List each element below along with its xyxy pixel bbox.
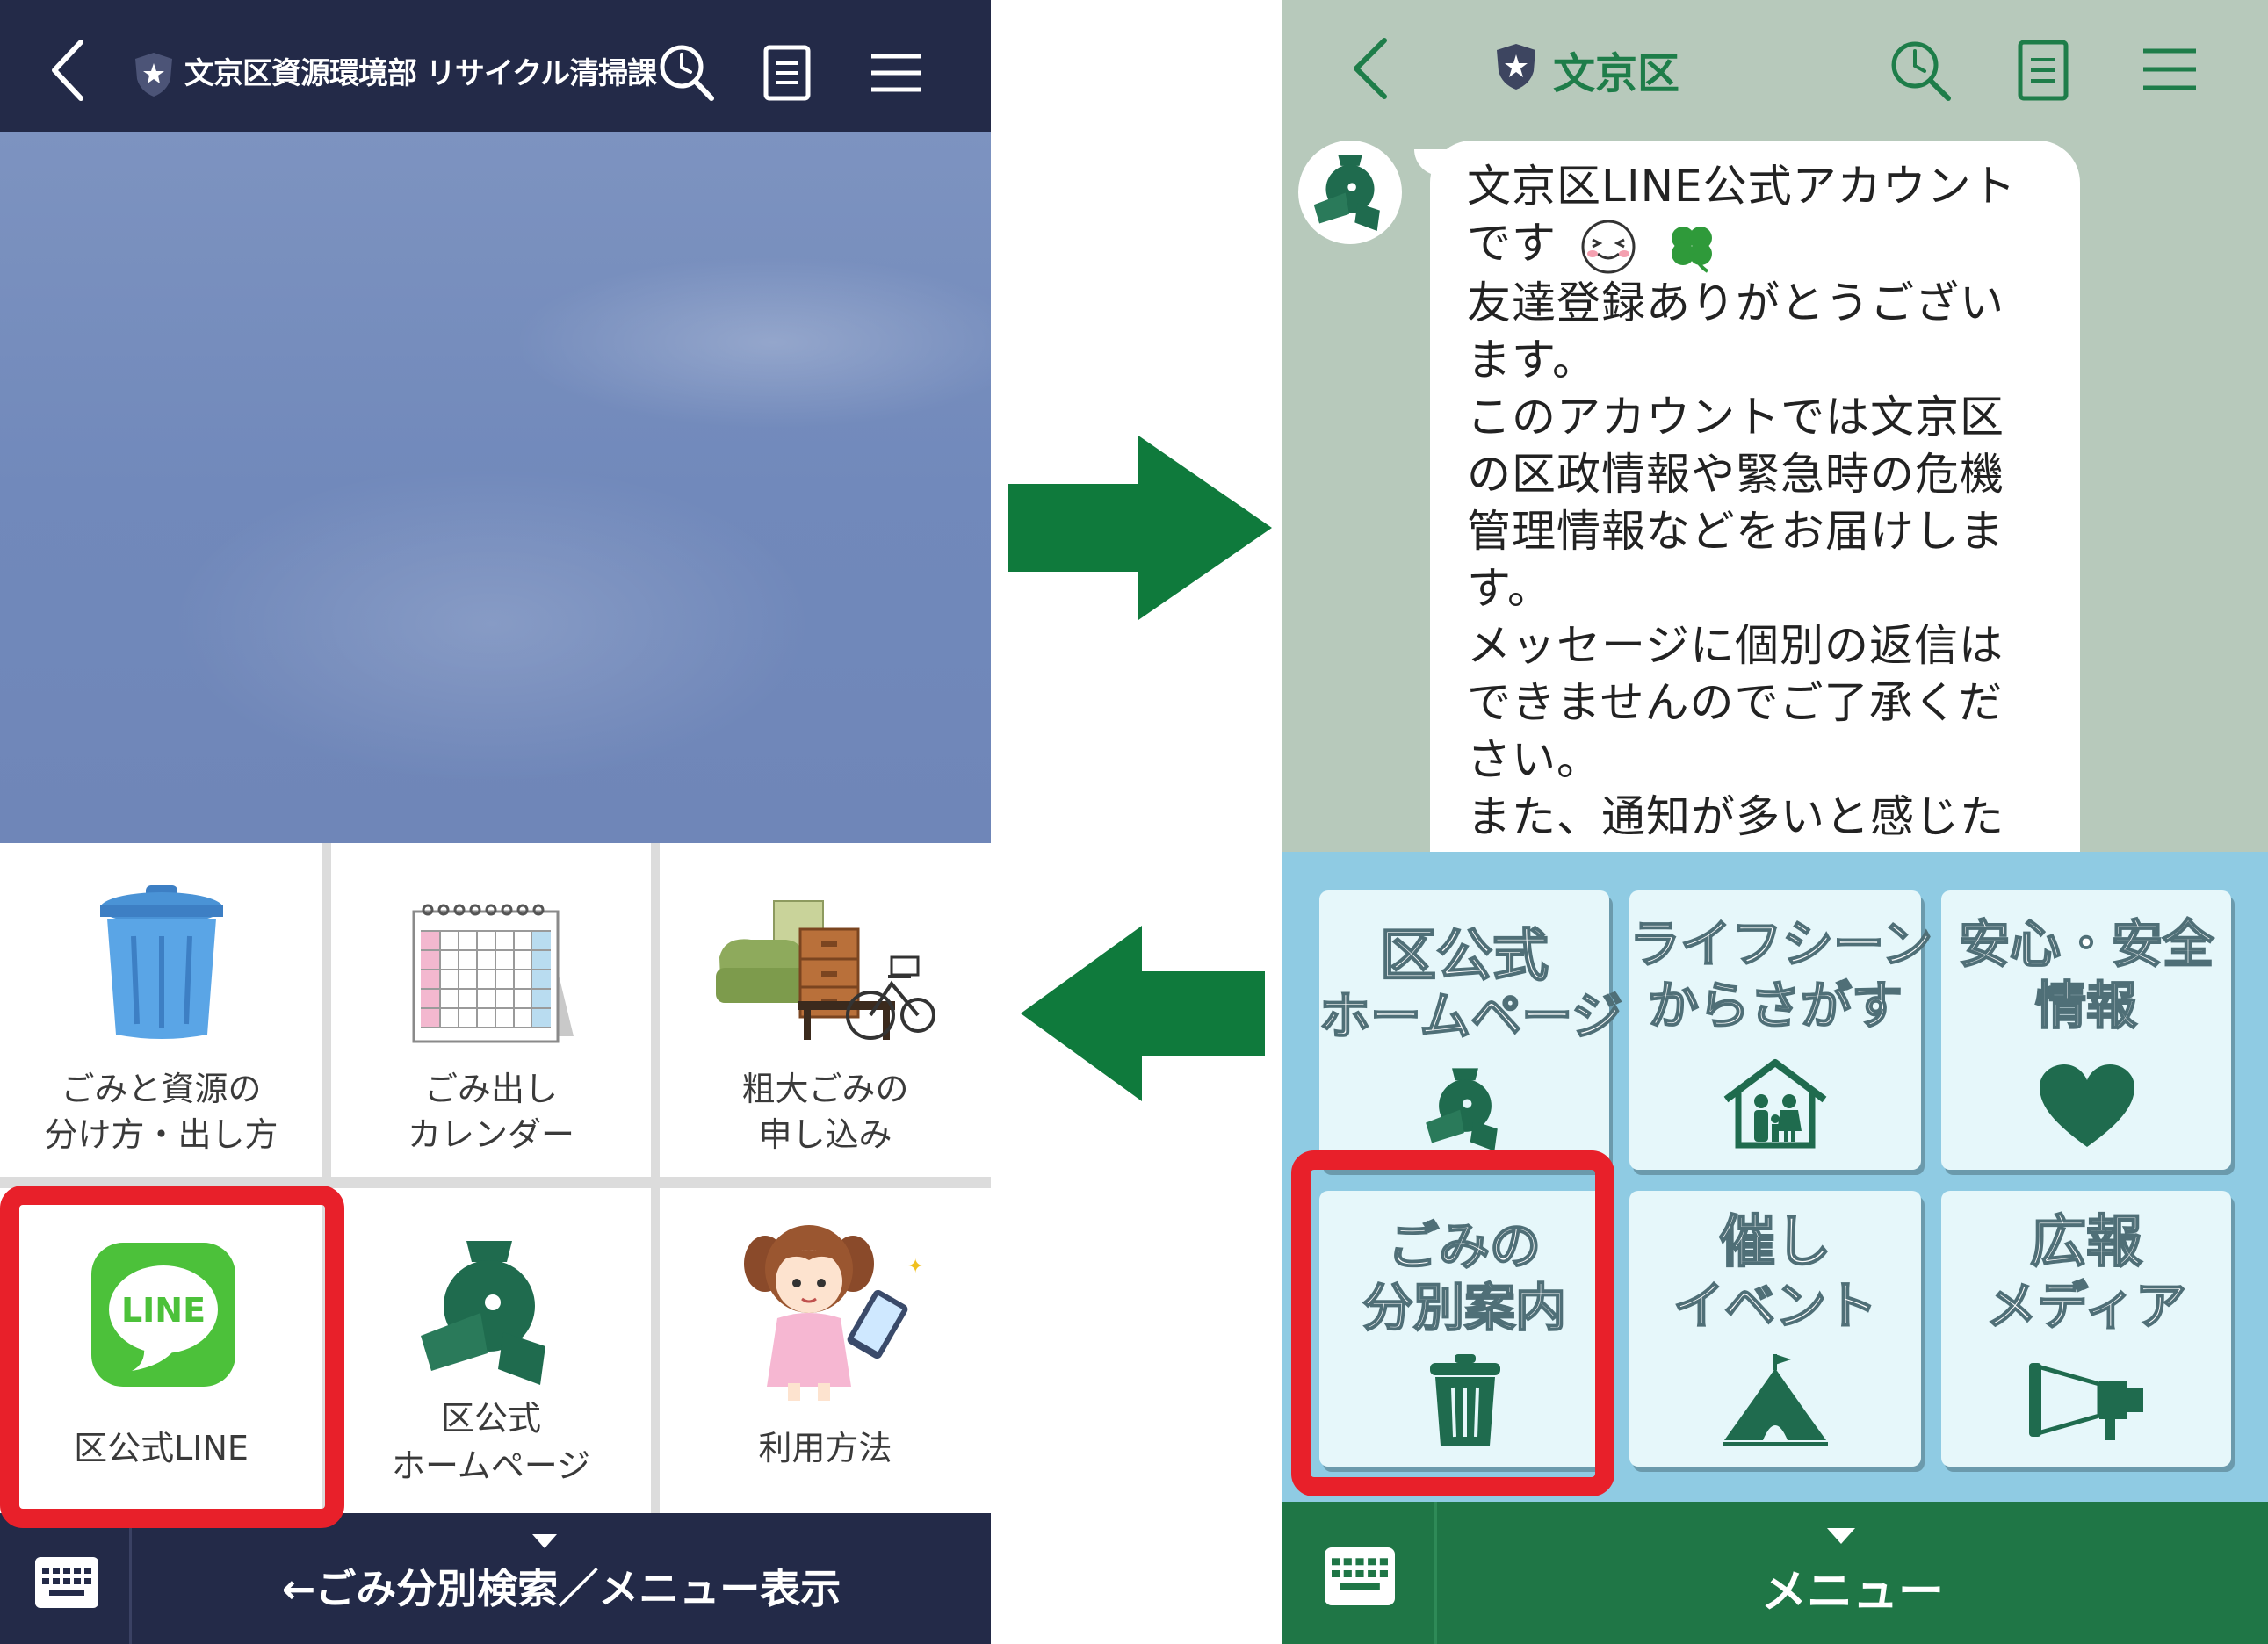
highlight-box-line [0, 1186, 344, 1528]
bunkyo-emblem-icon [1426, 1068, 1498, 1151]
heart-icon [2040, 1064, 2134, 1147]
menu-item-calendar-line2: カレンダー [407, 1115, 574, 1154]
message-line: す。 [1467, 562, 1552, 614]
menu-item-homepage[interactable]: 区公式 ホームページ [331, 1188, 651, 1513]
welcome-message: 文京区LINE公式アカウント です 友達登録ありがとうござい ます。 このアカウ… [1467, 158, 2064, 846]
search-clock-icon[interactable] [657, 42, 715, 104]
left-phone-screen: 文京区資源環境部 リサイクル清掃課 ごみと資源の 分け方・出し方 ごみ出し カレ… [0, 0, 991, 1644]
hamburger-menu-icon[interactable] [2142, 46, 2198, 93]
menu-item-bulky[interactable]: 粗大ごみの 申し込み [660, 843, 991, 1177]
right-header-bar: 文京区 [1282, 0, 2268, 136]
keyboard-icon [35, 1557, 98, 1608]
keyboard-icon [1325, 1547, 1395, 1605]
tile-events-line1: 催し [1718, 1209, 1832, 1276]
four-leaf-clover-icon [1671, 226, 1712, 273]
message-line: さい。 [1467, 733, 1601, 785]
menu-item-sort[interactable]: ごみと資源の 分け方・出し方 [0, 843, 322, 1177]
left-footer-bar: ←ごみ分別検索／メニュー表示 [0, 1513, 991, 1644]
back-chevron-icon[interactable] [42, 35, 95, 105]
right-keyboard-toggle[interactable] [1282, 1502, 1437, 1644]
message-line: の区政情報や緊急時の危機 [1467, 448, 2004, 500]
message-line: 文京区LINE公式アカウント [1467, 161, 2017, 212]
menu-item-bulky-line2: 申し込み [758, 1115, 892, 1154]
calendar-icon [412, 904, 574, 1043]
tile-lifescene-line2: からさがす [1647, 975, 1903, 1036]
search-clock-icon[interactable] [1889, 39, 1952, 102]
menu-item-calendar[interactable]: ごみ出し カレンダー [331, 843, 651, 1177]
left-keyboard-toggle[interactable] [0, 1513, 132, 1644]
menu-item-sort-line2: 分け方・出し方 [44, 1115, 278, 1154]
caret-down-icon [532, 1534, 557, 1548]
girl-with-tablet-icon: ✦ [744, 1225, 923, 1401]
bunkyo-emblem-icon [1313, 155, 1380, 231]
menu-item-bulky-line1: 粗大ごみの [741, 1070, 909, 1108]
shield-star-icon [135, 53, 172, 97]
tile-media-line1: 広報 [2029, 1209, 2143, 1276]
message-line: できませんのでご了承くだ [1467, 676, 2004, 728]
right-footer-label[interactable]: メニュー [1437, 1554, 2268, 1620]
tile-homepage-line1: 区公式 [1379, 923, 1549, 990]
bulky-furniture-icon [716, 900, 935, 1040]
highlight-box-garbage [1291, 1150, 1614, 1496]
message-line: メッセージに個別の返信は [1467, 619, 2004, 671]
tile-events[interactable]: 催し イベント [1629, 1191, 1921, 1467]
tile-lifescene[interactable]: ライフシーン からさがす [1629, 890, 1933, 1170]
message-line: このアカウントでは文京区 [1467, 391, 2004, 443]
right-account-title: 文京区 [1553, 49, 1680, 98]
chat-background-sky [0, 132, 991, 843]
message-line: また、通知が多いと感じた [1467, 790, 2004, 842]
tile-safety[interactable]: 安心・安全 情報 [1941, 890, 2231, 1170]
bunkyo-emblem-icon [421, 1241, 545, 1385]
message-line: 管理情報などをお届けしま [1467, 505, 2004, 557]
house-family-icon [1723, 1059, 1827, 1149]
menu-item-homepage-line1: 区公式 [440, 1399, 541, 1438]
trash-can-icon [100, 885, 223, 1039]
note-icon[interactable] [762, 44, 812, 102]
right-phone-screen: 文京区 文京区LINE公式アカウント です 友達登録ありがとうござい ます。 こ… [1282, 0, 2268, 1644]
back-chevron-icon[interactable] [1346, 35, 1395, 102]
hamburger-menu-icon[interactable] [870, 51, 922, 95]
shield-star-icon [1497, 44, 1535, 90]
tile-homepage-line2: ホームページ [1318, 985, 1623, 1047]
tile-safety-line2: 情報 [2034, 975, 2138, 1036]
left-account-title: 文京区資源環境部 リサイクル清掃課 [184, 56, 657, 91]
tile-lifescene-line1: ライフシーン [1629, 913, 1933, 975]
laughing-face-emoji-icon [1581, 220, 1636, 273]
svg-text:✦: ✦ [907, 1256, 923, 1278]
tile-safety-line1: 安心・安全 [1958, 913, 2214, 975]
menu-item-sort-line1: ごみと資源の [61, 1070, 262, 1108]
megaphone-icon [2029, 1363, 2143, 1440]
menu-item-howto[interactable]: ✦ 利用方法 [660, 1188, 991, 1513]
tile-events-line2: イベント [1672, 1275, 1878, 1337]
arrow-right-icon [1008, 436, 1272, 620]
tent-icon [1723, 1354, 1828, 1446]
arrow-left-icon [1021, 926, 1265, 1101]
menu-item-calendar-line1: ごみ出し [423, 1070, 558, 1108]
tile-media-line2: メディア [1985, 1275, 2187, 1337]
message-line: 友達登録ありがとうござい [1467, 277, 2004, 328]
message-line: ます。 [1467, 334, 1597, 386]
tile-media[interactable]: 広報 メディア [1941, 1191, 2231, 1467]
caret-down-icon [1827, 1528, 1855, 1544]
left-footer-label[interactable]: ←ごみ分別検索／メニュー表示 [132, 1557, 991, 1615]
note-icon[interactable] [2017, 39, 2069, 102]
menu-item-howto-label: 利用方法 [758, 1429, 892, 1467]
tile-homepage[interactable]: 区公式 ホームページ [1318, 890, 1623, 1170]
left-header-bar: 文京区資源環境部 リサイクル清掃課 [0, 0, 991, 132]
message-line-with-emoji: です [1467, 215, 2064, 275]
account-avatar[interactable] [1298, 141, 1402, 244]
right-footer-bar: メニュー [1282, 1502, 2268, 1644]
menu-item-homepage-line2: ホームページ [391, 1446, 591, 1485]
